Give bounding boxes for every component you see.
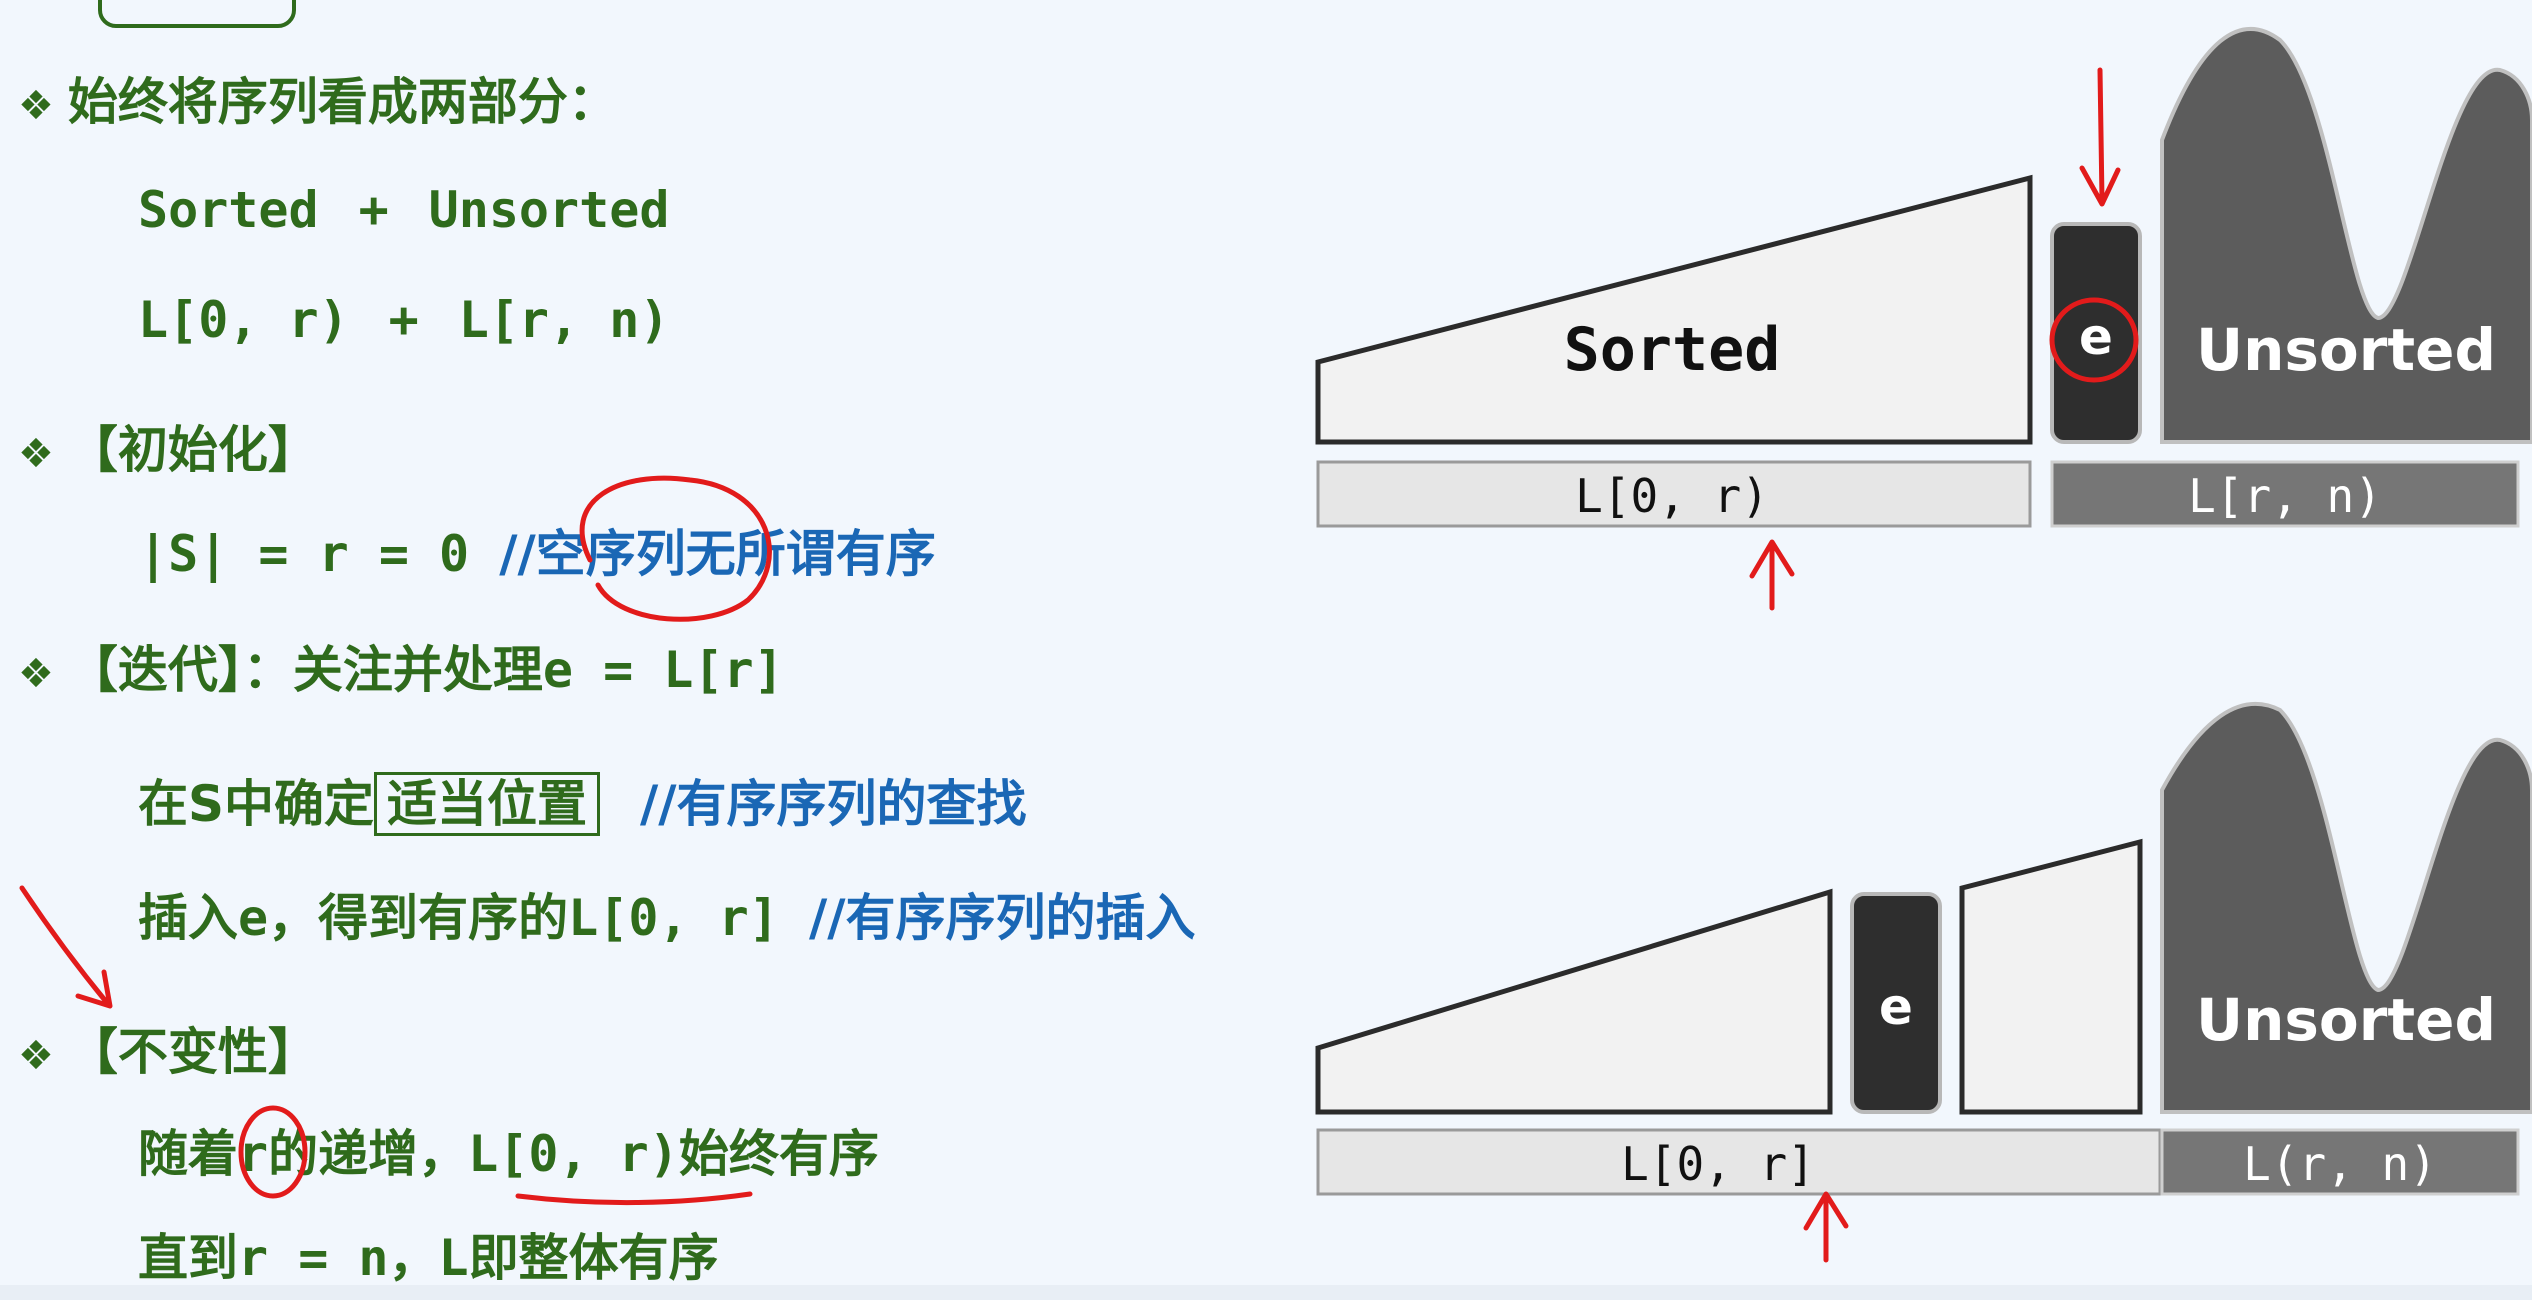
sorted-wedge-top <box>1315 174 2033 445</box>
circle-empty-sequence-icon <box>579 475 772 622</box>
sorted-wedge-bottom-left <box>1315 888 1833 1115</box>
unsorted-label-top: Unsorted <box>2196 316 2496 384</box>
bottom-strip <box>0 1285 2532 1300</box>
range-label-right-bottom: L(r, n) <box>2243 1137 2437 1191</box>
element-e-label-bottom: e <box>1879 978 1913 1036</box>
sorted-wedge-bottom-right <box>1959 838 2143 1115</box>
arrow-up-to-r-top-icon <box>1749 539 1795 611</box>
unsorted-label-bottom: Unsorted <box>2196 986 2496 1054</box>
underline-l0r-icon <box>515 1191 753 1206</box>
insertion-sort-diagram: Sorted e Unsorted L[0, r) L[r, n) e Unso… <box>19 26 2532 1263</box>
range-label-left-bottom: L[0, r] <box>1621 1137 1815 1191</box>
sorted-label-top: Sorted <box>1564 315 1781 385</box>
range-label-right-top: L[r, n) <box>2188 469 2382 523</box>
arrow-up-to-r-bottom-icon <box>1803 1191 1849 1263</box>
range-label-left-top: L[0, r) <box>1575 469 1769 523</box>
arrow-to-invariant-icon <box>19 885 113 1009</box>
circle-around-r-icon <box>238 1105 308 1199</box>
element-e-label-top: e <box>2079 308 2113 366</box>
arrow-down-to-e-icon <box>2079 67 2121 207</box>
